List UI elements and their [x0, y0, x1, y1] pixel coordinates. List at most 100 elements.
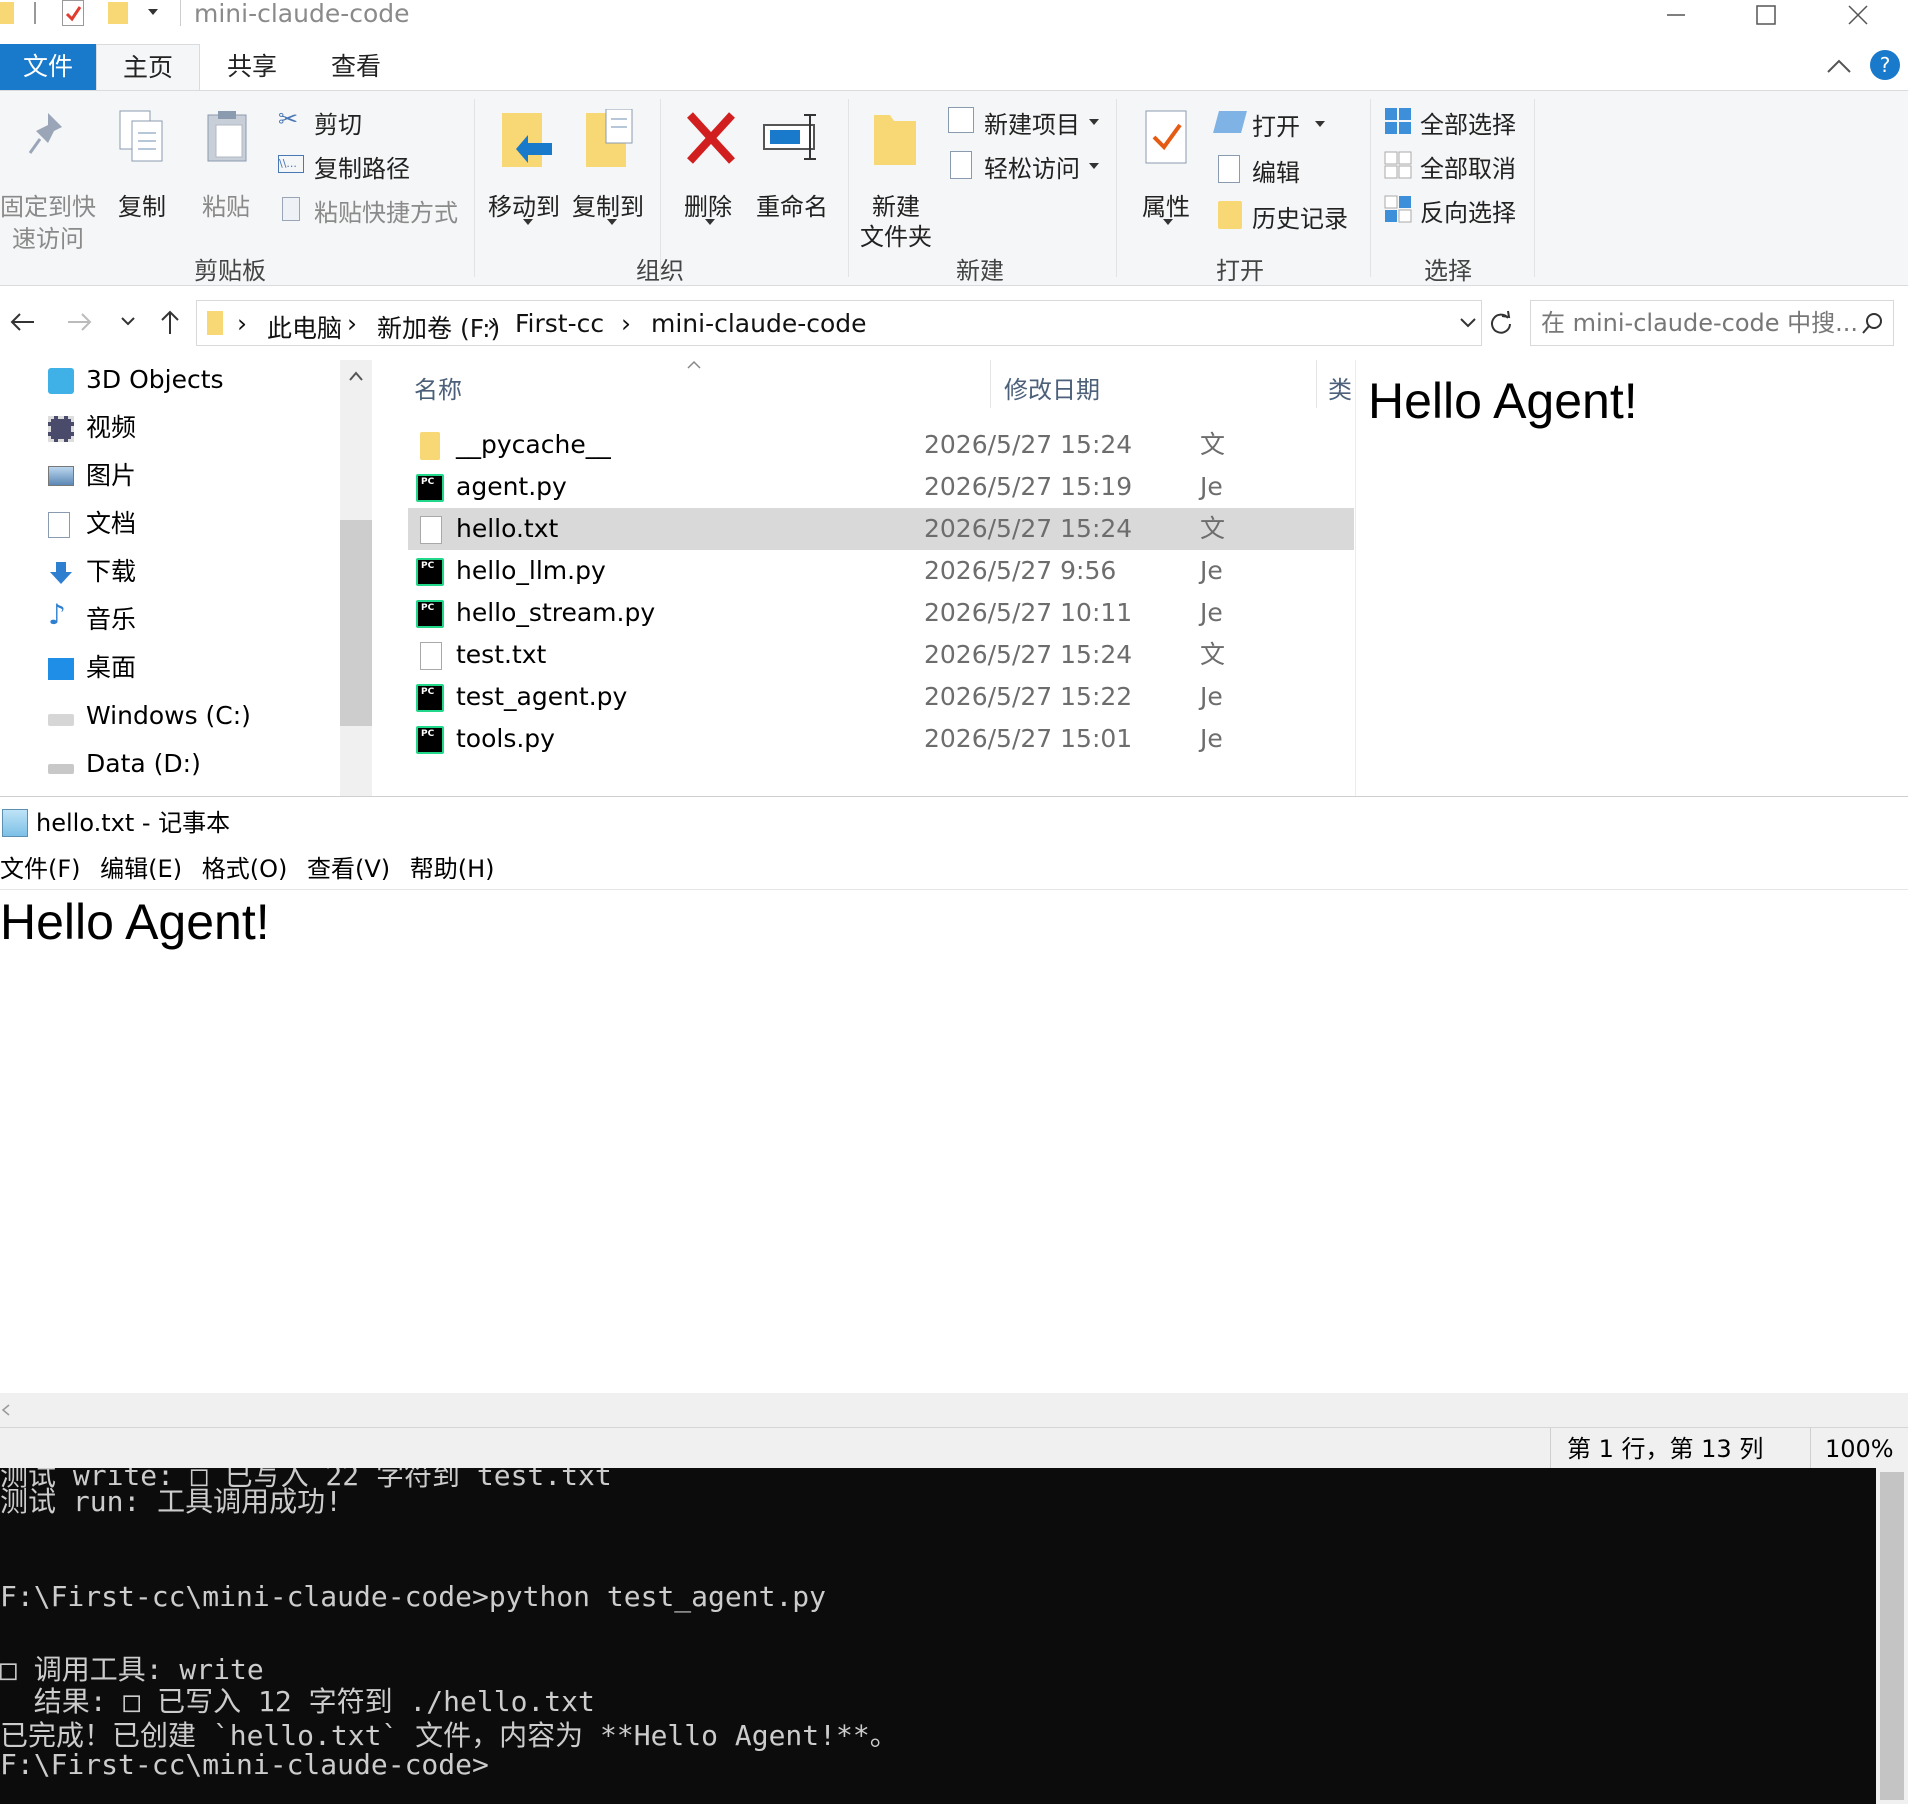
copy-path-icon: \\...: [278, 155, 304, 173]
console-line: F:\First-cc\mini-claude-code>: [0, 1748, 489, 1781]
easy-access-button[interactable]: 轻松访问: [946, 149, 1106, 183]
file-row[interactable]: PC agent.py 2026/5/27 15:19 Je: [408, 466, 1354, 508]
chevron-up-icon[interactable]: [348, 370, 364, 382]
console-window[interactable]: 测试 write: □ 已写入 22 字符到 test.txt 测试 run: …: [0, 1468, 1876, 1804]
help-button[interactable]: ?: [1870, 50, 1900, 80]
column-header-name[interactable]: 名称: [414, 370, 462, 405]
select-none-icon: [1384, 151, 1412, 179]
minimize-button[interactable]: [1646, 0, 1706, 30]
nav-item-label: 下载: [86, 557, 137, 586]
nav-item-label: 文档: [86, 509, 137, 538]
new-item-icon: [948, 107, 974, 133]
new-item-button[interactable]: 新建项目: [946, 105, 1106, 139]
column-divider: [990, 360, 991, 408]
properties-quick-icon[interactable]: [62, 0, 84, 26]
file-row-selected[interactable]: hello.txt 2026/5/27 15:24 文: [408, 508, 1354, 550]
file-row[interactable]: test.txt 2026/5/27 15:24 文: [408, 634, 1354, 676]
breadcrumb-drive-f[interactable]: 新加卷 (F:): [377, 309, 500, 345]
maximize-icon: [1756, 5, 1776, 25]
select-all-button[interactable]: 全部选择: [1382, 105, 1532, 139]
nav-scrollbar[interactable]: [340, 360, 372, 796]
menu-view[interactable]: 查看(V): [307, 855, 390, 883]
file-row[interactable]: PC tools.py 2026/5/27 15:01 Je: [408, 718, 1354, 760]
copy-button[interactable]: 复制: [108, 101, 176, 221]
open-button[interactable]: 打开: [1213, 107, 1334, 141]
folder-icon: [0, 2, 14, 24]
history-button[interactable]: 历史记录: [1214, 199, 1364, 233]
up-button[interactable]: [158, 308, 182, 336]
menu-edit[interactable]: 编辑(E): [100, 855, 182, 883]
pycharm-python-file-icon: PC: [416, 726, 444, 754]
breadcrumb-first-cc[interactable]: First-cc: [515, 309, 604, 338]
paste-button[interactable]: 粘贴: [196, 101, 264, 221]
titlebar-separator: [34, 2, 36, 24]
tab-file[interactable]: 文件: [0, 44, 96, 90]
delete-button[interactable]: 删除: [674, 101, 744, 231]
properties-button[interactable]: 属性: [1130, 101, 1206, 231]
tab-share[interactable]: 共享: [204, 44, 300, 90]
recent-locations-button[interactable]: [120, 314, 136, 328]
address-box[interactable]: › 此电脑 › 新加卷 (F:) › First-cc › mini-claud…: [196, 300, 1482, 346]
forward-button[interactable]: [66, 310, 94, 334]
menu-file[interactable]: 文件(F): [0, 855, 81, 883]
console-scrollbar-thumb[interactable]: [1880, 1472, 1904, 1800]
select-none-button[interactable]: 全部取消: [1382, 149, 1532, 183]
select-all-icon: [1385, 108, 1411, 134]
breadcrumb-mini-claude-code[interactable]: mini-claude-code: [651, 309, 867, 338]
easy-access-icon: [950, 151, 972, 179]
invert-selection-label: 反向选择: [1420, 199, 1516, 227]
back-button[interactable]: [8, 310, 36, 334]
pin-quick-access-button[interactable]: 固定到快 速访问: [0, 101, 96, 253]
rename-button[interactable]: 重命名: [754, 101, 838, 221]
copy-icon: [119, 110, 163, 162]
invert-selection-button[interactable]: 反向选择: [1382, 193, 1532, 227]
copy-to-button[interactable]: 复制到: [570, 101, 646, 231]
file-explorer-window: mini-claude-code 文件 主页 共享 查看 ? 固定到快 速访问: [0, 0, 1908, 796]
breadcrumb-this-pc[interactable]: 此电脑: [267, 309, 342, 345]
notepad-text-area[interactable]: Hello Agent!: [0, 889, 1908, 1389]
file-type: 文: [1200, 514, 1226, 543]
file-row[interactable]: PC hello_stream.py 2026/5/27 10:11 Je: [408, 592, 1354, 634]
column-header-modified[interactable]: 修改日期: [1004, 370, 1100, 405]
file-row[interactable]: PC hello_llm.py 2026/5/27 9:56 Je: [408, 550, 1354, 592]
search-input[interactable]: 在 mini-claude-code 中搜...: [1530, 300, 1894, 346]
chevron-left-icon[interactable]: [0, 1403, 12, 1417]
history-icon: [1218, 201, 1242, 229]
refresh-icon: [1491, 310, 1511, 334]
group-open-label: 打开: [1216, 257, 1264, 285]
copy-path-label: 复制路径: [314, 155, 410, 183]
file-row[interactable]: PC test_agent.py 2026/5/27 15:22 Je: [408, 676, 1354, 718]
notepad-content[interactable]: Hello Agent!: [0, 890, 270, 954]
new-folder-button[interactable]: 新建 文件夹: [858, 101, 938, 251]
new-folder-quick-icon[interactable]: [108, 2, 128, 24]
chevron-down-icon: [121, 317, 135, 326]
pycharm-python-file-icon: PC: [416, 474, 444, 502]
tab-home[interactable]: 主页: [96, 44, 200, 91]
move-to-icon: [502, 113, 552, 167]
console-scrollbar[interactable]: [1876, 1468, 1908, 1804]
close-button[interactable]: [1828, 0, 1888, 30]
column-header-type[interactable]: 类: [1328, 370, 1352, 405]
menu-help[interactable]: 帮助(H): [410, 855, 495, 883]
paste-shortcut-icon: [282, 197, 300, 221]
rename-label: 重命名: [756, 193, 828, 221]
edit-button[interactable]: 编辑: [1214, 153, 1334, 187]
documents-icon: [48, 512, 70, 538]
file-row[interactable]: __pycache__ 2026/5/27 15:24 文: [408, 424, 1354, 466]
refresh-button[interactable]: [1488, 310, 1514, 336]
sort-up-icon: [687, 360, 701, 369]
chevron-down-icon[interactable]: [146, 4, 160, 18]
move-to-button[interactable]: 移动到: [486, 101, 562, 231]
nav-scrollbar-thumb[interactable]: [340, 520, 372, 726]
notepad-horizontal-scrollbar[interactable]: [0, 1393, 1908, 1427]
menu-format[interactable]: 格式(O): [202, 855, 288, 883]
delete-icon: [687, 112, 735, 164]
maximize-button[interactable]: [1736, 0, 1796, 30]
notepad-title: hello.txt - 记事本: [36, 809, 231, 837]
file-date: 2026/5/27 15:24: [924, 430, 1133, 459]
file-date: 2026/5/27 9:56: [924, 556, 1117, 585]
tab-view[interactable]: 查看: [308, 44, 404, 90]
chevron-down-icon[interactable]: [1459, 315, 1477, 329]
collapse-ribbon-button[interactable]: [1826, 56, 1852, 76]
ribbon-separator: [1534, 99, 1535, 277]
